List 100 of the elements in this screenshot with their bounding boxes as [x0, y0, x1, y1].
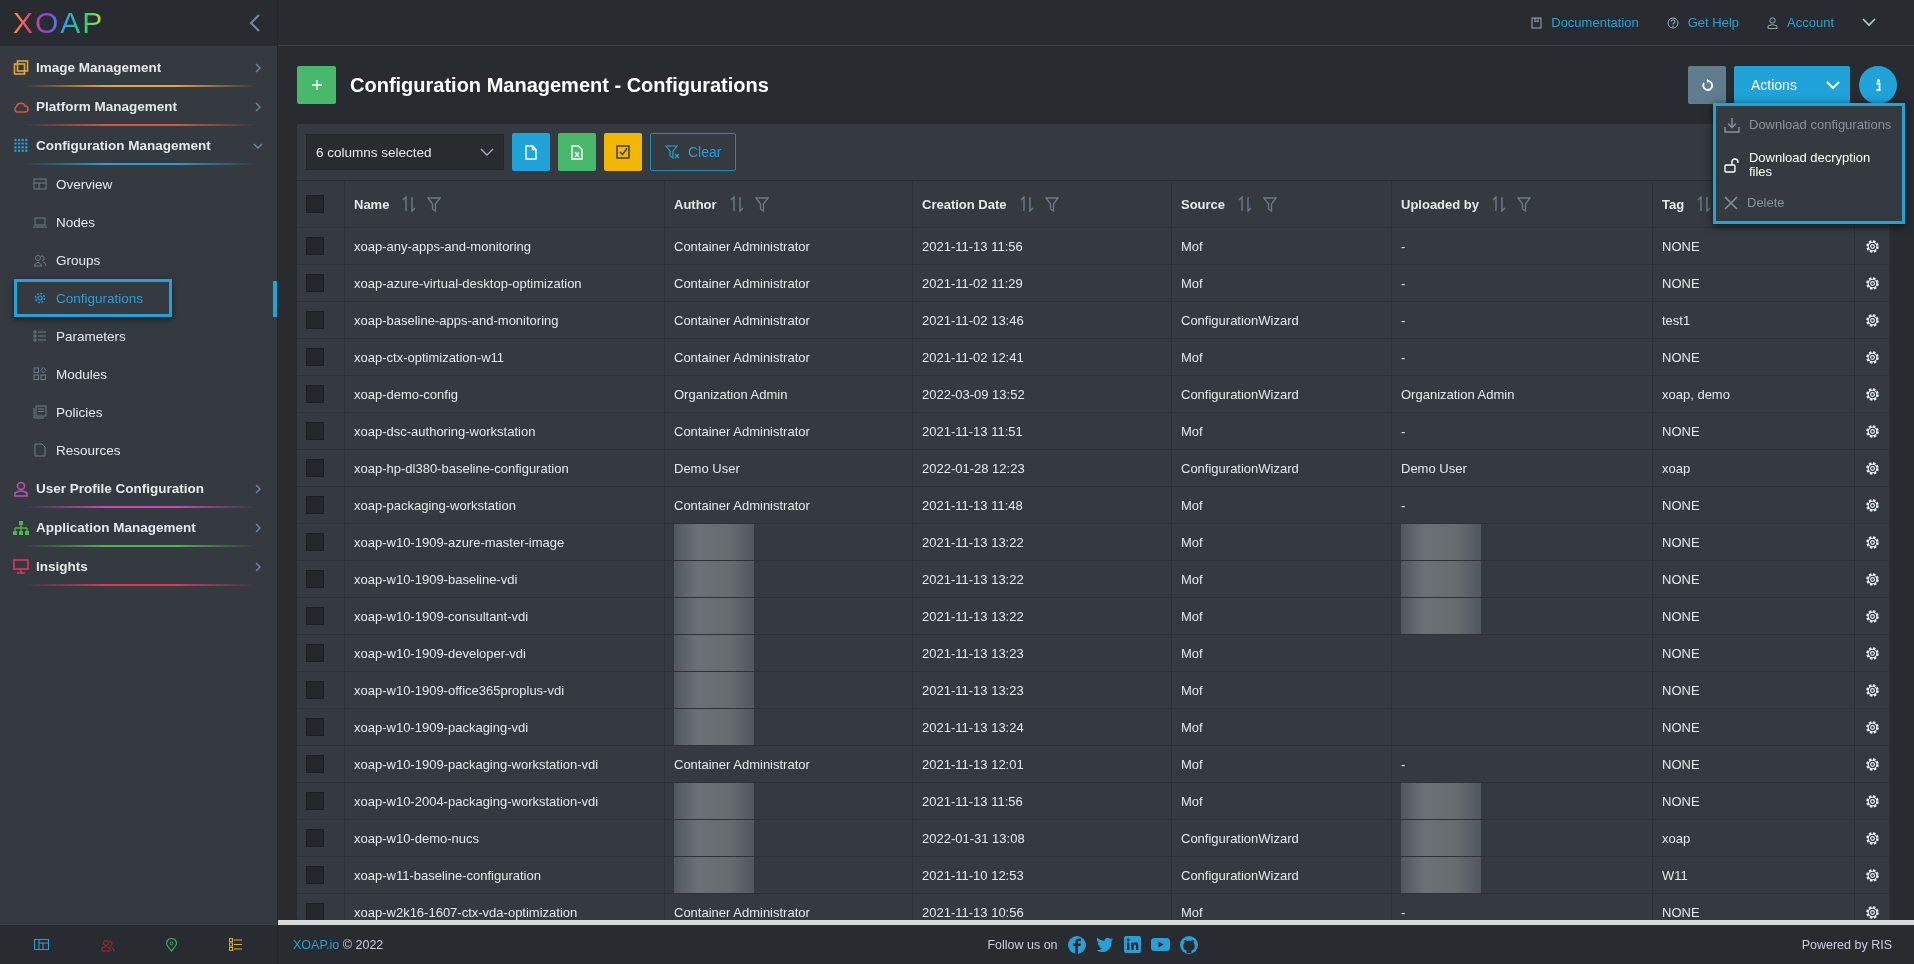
table-cell: NONE — [1662, 793, 1700, 809]
top-link[interactable]: Get Help — [1666, 15, 1739, 30]
table-cell: Container Administrator — [674, 275, 810, 291]
table-cell: W11 — [1662, 867, 1688, 883]
table-cell: NONE — [1662, 275, 1700, 291]
menu-item[interactable]: Download decryption files — [1716, 140, 1902, 190]
table-cell: 2021-11-13 10:56 — [922, 904, 1024, 920]
table-cell: NONE — [1662, 423, 1700, 439]
table-cell: xoap-w10-1909-packaging-workstation-vdi — [354, 756, 599, 772]
table-cell: ConfigurationWizard — [1181, 460, 1299, 476]
sidebar-item[interactable]: Policies — [14, 393, 132, 431]
table-cell: 2021-11-13 11:48 — [922, 497, 1023, 513]
column-header[interactable]: Tag — [1662, 196, 1685, 212]
table-cell: - — [1401, 349, 1406, 365]
column-header[interactable]: Source — [1181, 196, 1226, 212]
table-cell: xoap-baseline-apps-and-monitoring — [354, 312, 559, 328]
table-cell: 2021-11-13 11:56 — [922, 793, 1023, 809]
table-cell: 2021-11-13 11:56 — [922, 238, 1023, 254]
table-cell: NONE — [1662, 571, 1700, 587]
top-link[interactable]: Account — [1767, 15, 1834, 30]
table-cell: NONE — [1662, 645, 1700, 661]
table-cell: xoap-w10-1909-office365proplus-vdi — [354, 682, 565, 698]
table-cell: Demo User — [1401, 460, 1467, 476]
table-cell: NONE — [1662, 904, 1700, 920]
table-cell: xoap-w10-1909-consultant-vdi — [354, 608, 529, 624]
table-cell: - — [1401, 423, 1406, 439]
table-cell: ConfigurationWizard — [1181, 312, 1299, 328]
table-cell: 2021-11-02 13:46 — [922, 312, 1024, 328]
table-cell: - — [1401, 497, 1406, 513]
table-cell: 2022-03-09 13:52 — [922, 386, 1025, 402]
table-cell: Container Administrator — [674, 238, 810, 254]
sidebar-item[interactable]: Nodes — [14, 203, 125, 241]
sidebar-item[interactable]: Parameters — [14, 317, 155, 355]
table-cell: ConfigurationWizard — [1181, 867, 1299, 883]
table-cell: xoap-w2k16-1607-ctx-vda-optimization — [354, 904, 578, 920]
page-title: Configuration Management - Configurations — [350, 73, 769, 97]
table-cell: 2022-01-28 12:23 — [922, 460, 1025, 476]
powered-by-text: Powered by RIS — [1801, 937, 1892, 952]
table-cell: ConfigurationWizard — [1181, 386, 1299, 402]
table-cell: xoap-w10-1909-developer-vdi — [354, 645, 526, 661]
table-cell: 2021-11-02 12:41 — [922, 349, 1024, 365]
table-cell: 2021-11-10 12:53 — [922, 867, 1024, 883]
table-cell: xoap-hp-dl380-baseline-configuration — [354, 460, 569, 476]
table-cell: NONE — [1662, 497, 1700, 513]
table-cell: NONE — [1662, 682, 1700, 698]
table-cell: Mof — [1181, 904, 1203, 920]
table-cell: xoap-ctx-optimization-w11 — [354, 349, 505, 365]
sidebar-section[interactable]: Insights — [0, 547, 277, 586]
table-cell: Mof — [1181, 349, 1203, 365]
table-cell: xoap-w10-1909-packaging-vdi — [354, 719, 529, 735]
sidebar-section[interactable]: Configuration Management — [0, 126, 277, 165]
table-cell: Mof — [1181, 756, 1203, 772]
table-cell: xoap — [1662, 830, 1691, 846]
table-cell: test1 — [1662, 312, 1691, 328]
table-cell: - — [1401, 275, 1406, 291]
clear-filter-button[interactable]: Clear — [650, 133, 737, 171]
sidebar-section[interactable]: User Profile Configuration — [0, 469, 277, 508]
site-link[interactable]: XOAP.io — [293, 937, 340, 952]
sidebar-item[interactable]: Configurations — [14, 279, 173, 317]
table-cell: 2021-11-02 11:29 — [922, 275, 1023, 291]
table-cell: Demo User — [674, 460, 740, 476]
sidebar-section[interactable]: Application Management — [0, 508, 277, 547]
columns-dropdown[interactable]: 6 columns selected — [306, 134, 504, 170]
table-cell: Container Administrator — [674, 904, 810, 920]
table-cell: Container Administrator — [674, 312, 810, 328]
table-cell: Container Administrator — [674, 423, 810, 439]
table-cell: xoap, demo — [1662, 386, 1730, 402]
table-cell: Mof — [1181, 497, 1203, 513]
sidebar-section[interactable]: Image Management — [0, 48, 277, 87]
sidebar-item[interactable]: Resources — [14, 431, 150, 469]
table-cell: Mof — [1181, 608, 1203, 624]
table-cell: 2021-11-13 13:23 — [922, 682, 1024, 698]
table-cell: Mof — [1181, 238, 1203, 254]
column-header[interactable]: Name — [354, 196, 390, 212]
table-cell: NONE — [1662, 349, 1700, 365]
sidebar-item[interactable]: Modules — [14, 355, 137, 393]
table-cell: 2022-01-31 13:08 — [922, 830, 1025, 846]
table-cell: xoap-packaging-workstation — [354, 497, 516, 513]
table-cell: xoap-azure-virtual-desktop-optimization — [354, 275, 582, 291]
table-cell: Container Administrator — [674, 756, 810, 772]
copyright-text: © 2022 — [342, 937, 384, 952]
table-cell: 2021-11-13 13:22 — [922, 608, 1024, 624]
follow-text: Follow us on — [987, 937, 1058, 952]
table-cell: xoap-demo-config — [354, 386, 459, 402]
sidebar-item[interactable]: Overview — [14, 165, 142, 203]
column-header[interactable]: Author — [674, 196, 717, 212]
table-cell: ConfigurationWizard — [1181, 830, 1299, 846]
table-cell: xoap-w10-2004-packaging-workstation-vdi — [354, 793, 599, 809]
top-link[interactable]: Documentation — [1531, 15, 1639, 30]
table-cell: 2021-11-13 13:22 — [922, 534, 1024, 550]
sidebar-item[interactable]: Groups — [14, 241, 130, 279]
table-cell: xoap-w10-demo-nucs — [354, 830, 479, 846]
table-cell: Mof — [1181, 571, 1203, 587]
table-cell: 2021-11-13 12:01 — [922, 756, 1024, 772]
table-cell: Mof — [1181, 423, 1203, 439]
sidebar-section[interactable]: Platform Management — [0, 87, 277, 126]
column-header[interactable]: Uploaded by — [1401, 196, 1479, 212]
column-header[interactable]: Creation Date — [922, 196, 1007, 212]
table-cell: 2021-11-13 13:23 — [922, 645, 1024, 661]
table-cell: - — [1401, 238, 1406, 254]
